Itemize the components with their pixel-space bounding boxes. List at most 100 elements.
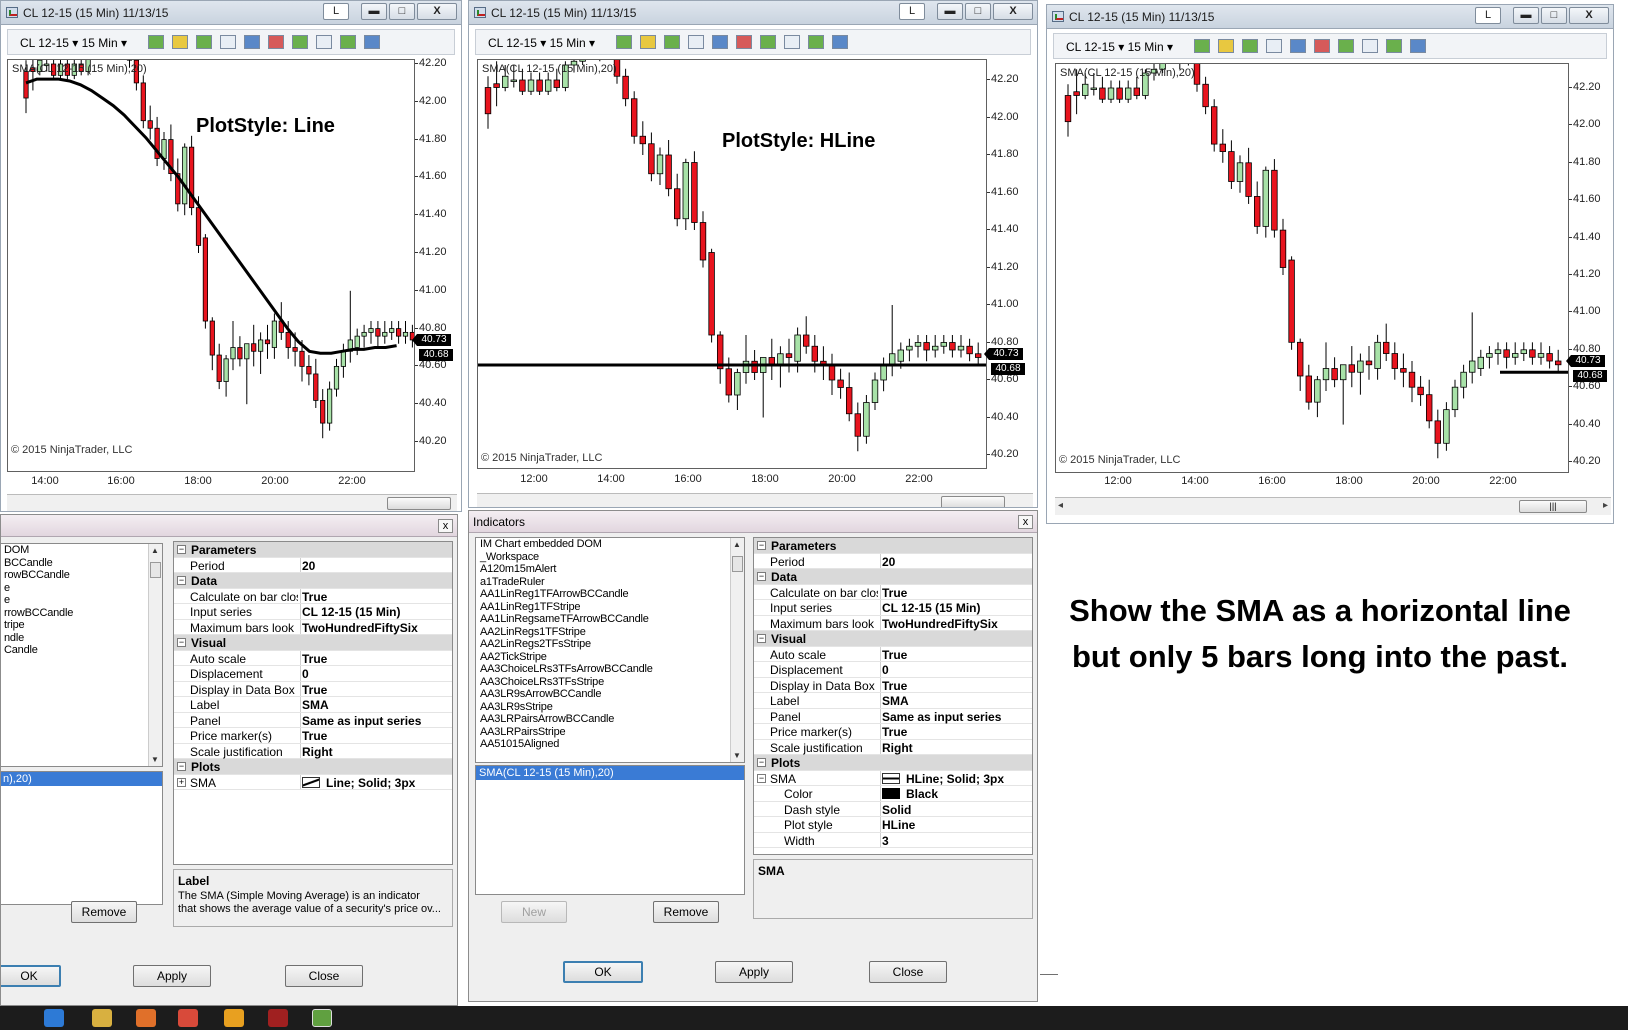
property-value[interactable]: True: [882, 679, 907, 693]
properties-grid[interactable]: − Parameters Period 20− Data Calculate on bar…: [753, 537, 1033, 855]
list-item[interactable]: BCCandle: [1, 557, 162, 570]
scroll-left-arrow[interactable]: ◂: [1058, 500, 1063, 511]
property-value[interactable]: TwoHundredFiftySix: [882, 617, 998, 631]
list-item[interactable]: e: [1, 594, 162, 607]
list-item[interactable]: AA3LR9sArrowBCCandle: [476, 688, 744, 701]
property-row[interactable]: Auto scale True: [754, 646, 1032, 662]
property-value[interactable]: 20: [882, 555, 895, 569]
property-value[interactable]: CL 12-15 (15 Min): [882, 601, 980, 615]
list-item[interactable]: AA3ChoiceLRs3TFsArrowBCCandle: [476, 663, 744, 676]
property-row[interactable]: Displacement 0: [754, 662, 1032, 678]
apply-button[interactable]: Apply: [133, 965, 211, 987]
instrument-list-icon[interactable]: [1410, 39, 1426, 53]
property-row[interactable]: Width 3: [754, 832, 1032, 848]
price-plot[interactable]: SMA(CL 12-15 (15 Min),20) PlotStyle: Lin…: [7, 59, 415, 472]
property-value[interactable]: True: [302, 729, 327, 743]
applied-indicator-item[interactable]: n),20): [1, 772, 162, 786]
chart-hscroll[interactable]: [7, 494, 457, 511]
property-row[interactable]: Calculate on bar close True: [174, 588, 452, 604]
maximize-button[interactable]: □: [389, 3, 415, 20]
list-item[interactable]: AA51015Aligned: [476, 738, 744, 751]
list-item[interactable]: AA1LinRegsameTFArrowBCCandle: [476, 613, 744, 626]
property-row[interactable]: Dash style Solid: [754, 801, 1032, 817]
property-value[interactable]: True: [302, 652, 327, 666]
zoom-icon[interactable]: [244, 35, 260, 49]
property-row[interactable]: Scale justification Right: [754, 739, 1032, 755]
property-value[interactable]: Same as input series: [302, 714, 421, 728]
collapse-icon[interactable]: −: [177, 545, 186, 554]
collapse-icon[interactable]: −: [757, 634, 766, 643]
indicators-icon[interactable]: [736, 35, 752, 49]
list-item[interactable]: tripe: [1, 619, 162, 632]
property-category[interactable]: − Parameters: [754, 538, 1032, 554]
property-row[interactable]: Maximum bars look back TwoHundredFiftySix: [174, 619, 452, 635]
price-axis[interactable]: 42.20 42.00 41.80 41.60 41.40 41.20 41.00 40.80…: [1566, 63, 1613, 473]
close-button[interactable]: X: [417, 3, 457, 20]
expand-icon[interactable]: +: [177, 777, 186, 787]
price-axis[interactable]: 42.20 42.00 41.80 41.60 41.40 41.20 41.00 40.80…: [984, 59, 1033, 469]
maximize-button[interactable]: □: [965, 3, 991, 20]
list-item[interactable]: _Workspace: [476, 551, 744, 564]
drawing-tools-icon[interactable]: [664, 35, 680, 49]
indicators-icon[interactable]: [1314, 39, 1330, 53]
chart-hscroll-thumb[interactable]: [387, 497, 451, 510]
property-value[interactable]: True: [882, 648, 907, 662]
list-vscroll[interactable]: ▲ ▼: [148, 544, 162, 766]
applied-indicators-list[interactable]: SMA(CL 12-15 (15 Min),20): [475, 765, 745, 895]
chart-hscroll[interactable]: ◂ ||| ▸: [1055, 497, 1611, 515]
property-row[interactable]: Display in Data Box True: [174, 681, 452, 697]
media-player-icon[interactable]: [224, 1009, 244, 1027]
data-box-icon[interactable]: [808, 35, 824, 49]
layout-button[interactable]: L: [323, 3, 349, 20]
strategies-icon[interactable]: [760, 35, 776, 49]
list-item[interactable]: a1TradeRuler: [476, 576, 744, 589]
drawing-pencil-icon[interactable]: [1218, 39, 1234, 53]
property-row[interactable]: Period 20: [754, 553, 1032, 569]
property-row[interactable]: Color Black: [754, 786, 1032, 802]
minimize-button[interactable]: ▬: [937, 3, 963, 20]
drawing-tools-icon[interactable]: [1242, 39, 1258, 53]
property-value[interactable]: True: [302, 590, 327, 604]
close-button[interactable]: X: [1569, 7, 1609, 24]
instrument-selector[interactable]: CL 12-15 ▾ 15 Min ▾: [20, 36, 127, 50]
close-button[interactable]: X: [993, 3, 1033, 20]
available-indicators-list[interactable]: DOM BCCandle rowBCCandle e e rrowBCCandle trip…: [1, 543, 163, 767]
list-item[interactable]: AA3LR9sStripe: [476, 701, 744, 714]
property-row[interactable]: Period 20: [174, 557, 452, 573]
property-row[interactable]: + SMA Line; Solid; 3px: [174, 774, 452, 790]
ie-icon[interactable]: [44, 1009, 64, 1027]
dialog-titlebar[interactable]: x: [1, 515, 457, 537]
layout-button[interactable]: L: [899, 3, 925, 20]
dialog-close-icon[interactable]: x: [438, 519, 453, 533]
property-row[interactable]: Input series CL 12-15 (15 Min): [174, 604, 452, 620]
property-value[interactable]: Right: [882, 741, 913, 755]
price-axis[interactable]: 42.20 42.00 41.80 41.60 41.40 41.20 41.00 40.80…: [412, 57, 461, 472]
pointer-icon[interactable]: [1266, 39, 1282, 53]
property-value[interactable]: Right: [302, 745, 333, 759]
property-row[interactable]: Panel Same as input series: [174, 712, 452, 728]
property-row[interactable]: Panel Same as input series: [754, 708, 1032, 724]
property-row[interactable]: − SMA HLine; Solid; 3px: [754, 770, 1032, 786]
chart-properties-icon[interactable]: [316, 35, 332, 49]
property-category[interactable]: − Data: [754, 569, 1032, 585]
property-value[interactable]: SMA: [302, 698, 329, 712]
property-value[interactable]: Solid: [882, 803, 911, 817]
property-value[interactable]: Line; Solid; 3px: [302, 776, 415, 790]
pointer-icon[interactable]: [688, 35, 704, 49]
ok-button[interactable]: OK: [1, 965, 61, 987]
instrument-selector[interactable]: CL 12-15 ▾ 15 Min ▾: [488, 36, 595, 50]
dialog-titlebar[interactable]: Indicators x: [469, 511, 1037, 533]
property-row[interactable]: Input series CL 12-15 (15 Min): [754, 600, 1032, 616]
layout-button[interactable]: L: [1475, 7, 1501, 24]
data-box-icon[interactable]: [1386, 39, 1402, 53]
list-scroll-thumb[interactable]: [150, 562, 161, 578]
list-item[interactable]: AA2LinRegs2TFsStripe: [476, 638, 744, 651]
list-item[interactable]: AA3ChoiceLRs3TFsStripe: [476, 676, 744, 689]
property-value[interactable]: 0: [302, 667, 309, 681]
property-row[interactable]: Scale justification Right: [174, 743, 452, 759]
chart-properties-icon[interactable]: [784, 35, 800, 49]
property-value[interactable]: True: [882, 586, 907, 600]
remove-button[interactable]: Remove: [71, 901, 137, 923]
properties-grid[interactable]: − Parameters Period 20− Data Calculate on bar…: [173, 541, 453, 865]
instrument-list-icon[interactable]: [832, 35, 848, 49]
